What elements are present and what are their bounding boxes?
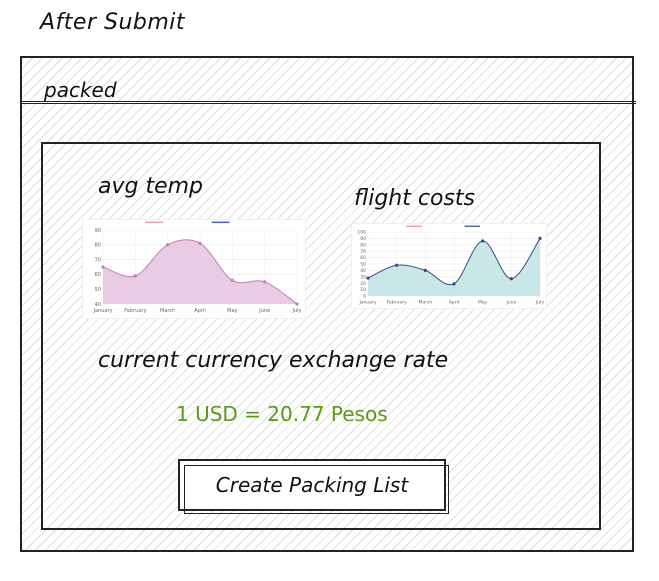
data-point [423, 268, 427, 272]
flight-chart: 0 10 20 30 40 50 60 70 80 90 100 January February Mar… [352, 224, 546, 308]
y-tick-label: 30 [360, 274, 366, 280]
x-tick-label: January [93, 308, 113, 314]
data-point [101, 265, 105, 269]
y-tick-label: 0 [363, 294, 366, 300]
exchange-heading: current currency exchange rate [98, 348, 449, 373]
y-tick-label: 80 [360, 242, 366, 248]
y-tick-label: 20 [360, 281, 366, 287]
data-point [133, 274, 137, 278]
data-point [166, 243, 170, 247]
y-tick-label: 40 [95, 302, 101, 308]
x-tick-label: April [194, 308, 205, 314]
create-packing-list-button[interactable]: Create Packing List [178, 459, 449, 514]
data-point [366, 276, 370, 280]
x-tick-label: February [387, 300, 407, 306]
x-tick-label: January [358, 300, 376, 306]
legend-swatch [406, 225, 422, 228]
x-tick-label: May [478, 300, 488, 306]
data-point [509, 277, 513, 281]
flight-chart-svg: 0102030405060708090100 January February Mar… [357, 225, 544, 306]
y-tick-label: 80 [95, 243, 101, 249]
x-tick-label: July [292, 308, 302, 314]
x-tick-label: March [160, 308, 175, 314]
y-tick-label: 70 [95, 257, 101, 263]
x-tick-label: April [449, 300, 459, 306]
y-tick-label: 50 [95, 287, 101, 293]
flight-chart-title: flight costs [354, 186, 475, 211]
y-tick-label: 70 [360, 249, 366, 255]
y-tick-label: 60 [95, 272, 101, 278]
page-title: After Submit [40, 10, 186, 35]
x-tick-label: June [258, 308, 270, 314]
data-point [452, 282, 456, 286]
series-area [103, 239, 297, 304]
x-tick-label: May [227, 308, 237, 314]
x-tick-label: February [124, 308, 146, 314]
x-tick-label: March [418, 300, 432, 306]
y-tick-label: 90 [95, 228, 101, 234]
data-point [538, 236, 542, 240]
y-tick-label: 50 [360, 262, 366, 268]
x-tick-label: July [535, 300, 544, 306]
header-label: packed [44, 78, 117, 102]
y-tick-label: 60 [360, 255, 366, 261]
legend-swatch [464, 225, 481, 228]
data-point [395, 263, 399, 267]
temp-chart-svg: 40 50 60 70 80 90 January February March April May… [93, 221, 302, 314]
data-point [263, 280, 267, 284]
y-tick-label: 90 [360, 236, 366, 242]
exchange-rate: 1 USD = 20.77 Pesos [176, 402, 388, 426]
data-point [481, 239, 485, 243]
data-point [198, 241, 202, 245]
x-tick-label: June [505, 300, 516, 306]
y-tick-label: 40 [360, 268, 366, 274]
y-tick-label: 100 [357, 230, 366, 236]
temp-chart-title: avg temp [98, 174, 204, 199]
y-tick-label: 10 [360, 287, 366, 293]
data-point [230, 278, 234, 282]
data-point [295, 302, 299, 306]
legend-swatch [211, 221, 230, 224]
temp-chart: 40 50 60 70 80 90 January February March April May… [83, 220, 305, 318]
legend-swatch [145, 221, 163, 224]
